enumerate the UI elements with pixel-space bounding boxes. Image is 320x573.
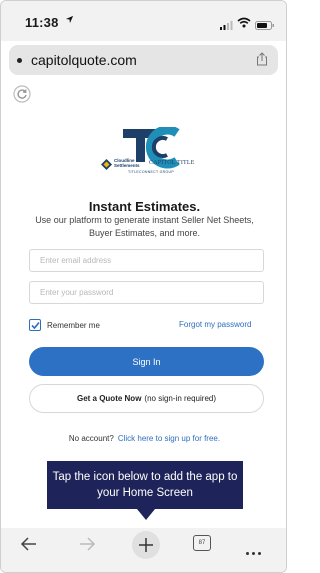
battery-icon <box>255 17 275 35</box>
status-bar: 11:38 <box>1 1 286 41</box>
get-quote-button[interactable]: Get a Quote Now (no sign-in required) <box>29 384 264 413</box>
lock-icon <box>17 58 22 63</box>
tooltip-arrow <box>137 509 155 520</box>
wifi-icon <box>237 15 251 33</box>
share-icon[interactable] <box>256 52 268 71</box>
cloudline-icon <box>101 157 112 175</box>
signal-icon <box>220 17 234 35</box>
url-text: capitolquote.com <box>31 52 137 68</box>
password-field[interactable] <box>29 281 264 304</box>
browser-toolbar: 87 <box>1 528 286 572</box>
brand-capitol-title: CAPITOL TITLE <box>149 160 195 166</box>
tc-monogram <box>121 125 181 176</box>
remember-me-label: Remember me <box>47 321 100 330</box>
tooltip-text: Tap the icon below to add the app to you… <box>52 471 238 499</box>
address-bar[interactable]: capitolquote.com <box>9 45 278 75</box>
add-to-home-tooltip: Tap the icon below to add the app to you… <box>47 461 243 509</box>
logo-subtitle: TITLECONNECT GROUP <box>128 170 174 174</box>
back-arrow-icon[interactable] <box>19 534 39 559</box>
page-title: Instant Estimates. <box>88 199 201 214</box>
email-field[interactable] <box>29 249 264 272</box>
forward-arrow-icon[interactable] <box>77 534 97 559</box>
more-menu-icon[interactable] <box>246 542 264 560</box>
no-account-text: No account? <box>68 434 114 443</box>
remember-me-checkbox[interactable] <box>29 319 41 331</box>
location-arrow-icon <box>65 15 74 27</box>
forgot-password-link[interactable]: Forgot my password <box>179 320 251 329</box>
get-quote-note: (no sign-in required) <box>144 394 217 403</box>
signup-prompt: No account? Click here to sign up for fre… <box>1 434 286 443</box>
plus-icon <box>132 531 160 559</box>
brand-cloudline: Cloudline Settlements <box>114 158 140 168</box>
tabs-button[interactable]: 87 <box>193 535 211 551</box>
sign-in-label: Sign In <box>132 356 161 367</box>
phone-frame: 11:38 capitolquote.com TITLECONNECT GROU… <box>0 0 287 573</box>
tab-count: 87 <box>193 535 211 551</box>
new-tab-button[interactable] <box>132 531 160 559</box>
sign-in-button[interactable]: Sign In <box>29 347 264 376</box>
reload-icon[interactable] <box>13 85 31 108</box>
get-quote-label: Get a Quote Now <box>76 394 142 403</box>
signup-link[interactable]: Click here to sign up for free. <box>118 434 220 443</box>
page-subtitle: Use our platform to generate instant Sel… <box>35 215 254 238</box>
status-time: 11:38 <box>25 15 59 30</box>
